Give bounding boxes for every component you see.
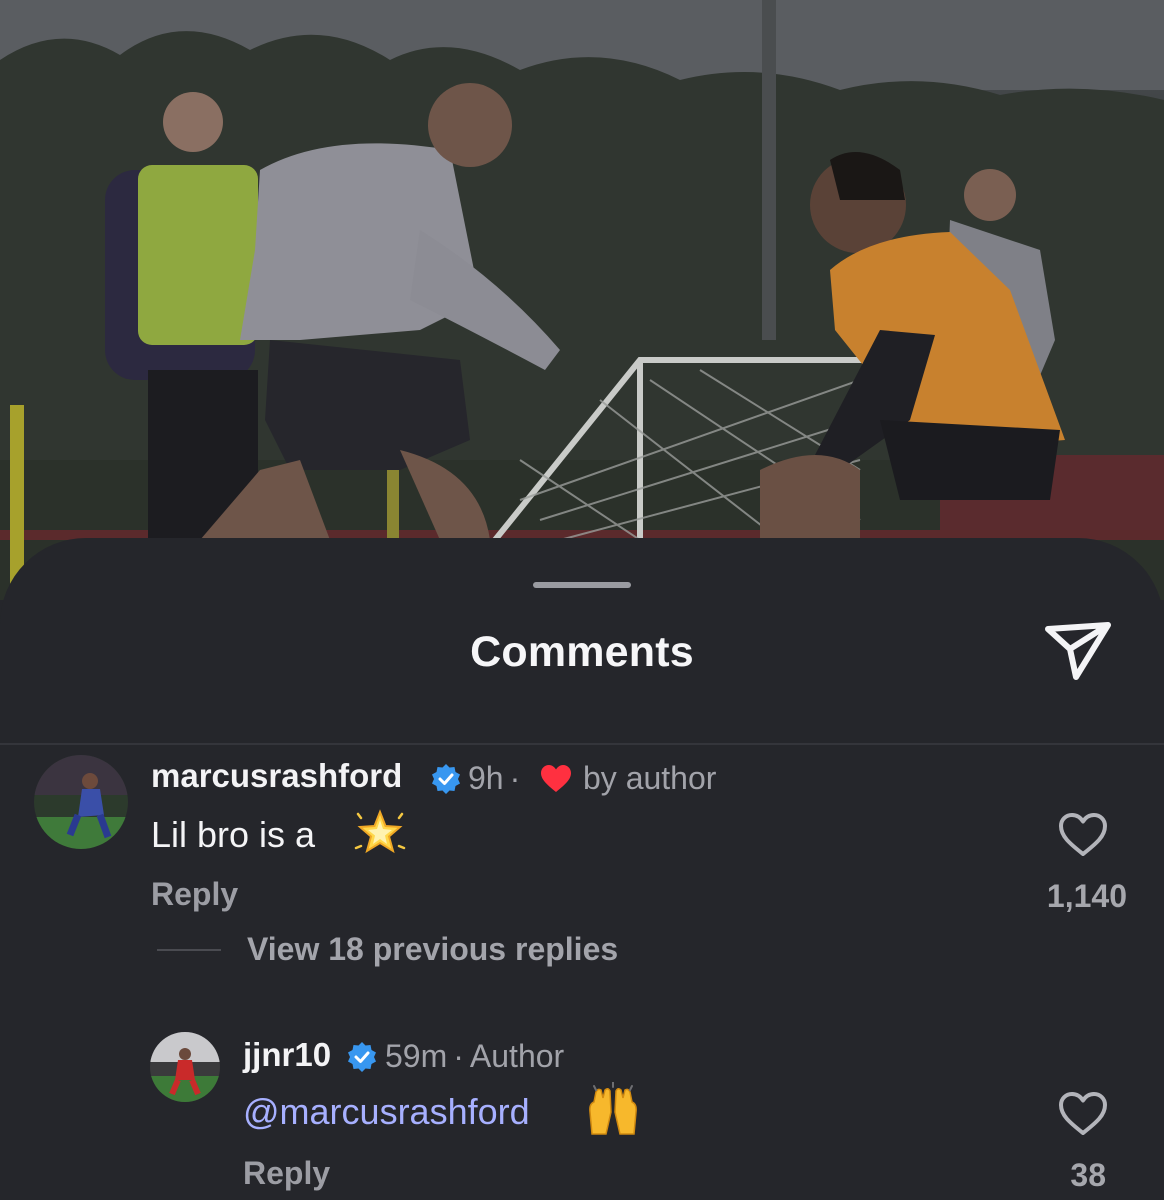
verified-badge-icon bbox=[348, 1042, 376, 1072]
glowing-star-emoji-icon bbox=[354, 809, 406, 854]
meta-separator: · bbox=[453, 1038, 464, 1074]
reply-button[interactable]: Reply bbox=[243, 1155, 330, 1192]
avatar[interactable] bbox=[34, 755, 128, 849]
comments-sheet: Comments marcusrashford 9h · by author Li… bbox=[0, 538, 1164, 1200]
like-heart-icon[interactable] bbox=[1058, 1091, 1108, 1137]
thread-line bbox=[157, 949, 221, 951]
heart-filled-icon bbox=[541, 765, 571, 792]
comment-text: @marcusrashford bbox=[243, 1091, 530, 1133]
raising-hands-emoji-icon bbox=[589, 1082, 637, 1135]
comment-time: 9h bbox=[468, 760, 504, 796]
comment-username[interactable]: marcusrashford bbox=[151, 757, 402, 795]
view-previous-replies-button[interactable]: View 18 previous replies bbox=[247, 931, 618, 968]
send-button[interactable] bbox=[1040, 619, 1116, 683]
comment-text: Lil bro is a bbox=[151, 814, 316, 855]
mention-link[interactable]: @marcusrashford bbox=[243, 1091, 530, 1132]
like-count: 38 bbox=[1070, 1157, 1106, 1193]
send-icon bbox=[1045, 622, 1111, 680]
liked-by-author-label: by author bbox=[583, 760, 717, 796]
author-label: Author bbox=[469, 1038, 565, 1074]
comment-timestamp: 59m · Author bbox=[385, 1038, 564, 1075]
verified-badge-icon bbox=[432, 764, 460, 794]
comment-username[interactable]: jjnr10 bbox=[243, 1036, 331, 1074]
like-count: 1,140 bbox=[1046, 878, 1127, 914]
reply-button[interactable]: Reply bbox=[151, 876, 238, 913]
sheet-title: Comments bbox=[470, 628, 694, 676]
meta-separator: · bbox=[509, 760, 521, 796]
comment-timestamp: 9h · bbox=[468, 760, 526, 797]
like-heart-icon[interactable] bbox=[1058, 812, 1108, 858]
avatar[interactable] bbox=[150, 1032, 220, 1102]
sheet-grabber[interactable] bbox=[533, 582, 631, 588]
comment-time: 59m bbox=[385, 1038, 448, 1074]
post-photo bbox=[0, 0, 1164, 600]
header-divider bbox=[0, 743, 1164, 745]
